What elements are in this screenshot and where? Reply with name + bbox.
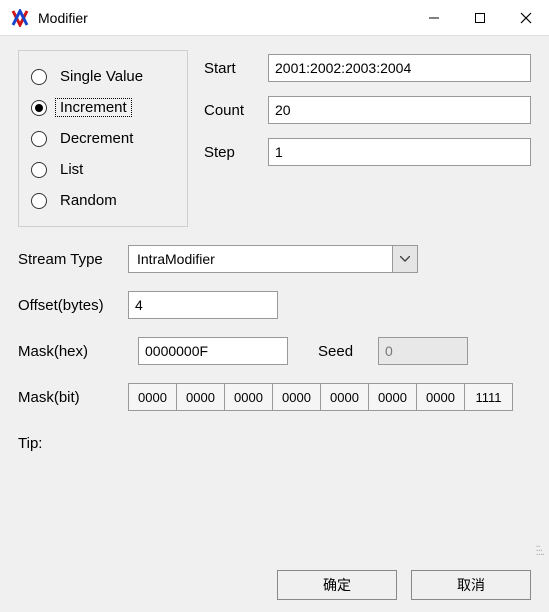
radio-icon [31,193,47,209]
stream-type-value: IntraModifier [128,245,392,273]
radio-single-value[interactable]: Single Value [29,61,171,92]
radio-label: List [60,161,83,178]
mask-bit-label: Mask(bit) [18,389,128,406]
mask-bit-cell[interactable]: 0000 [368,383,417,411]
window-title: Modifier [38,10,411,26]
radio-label: Increment [60,99,127,116]
mask-bit-cells: 0000 0000 0000 0000 0000 0000 0000 1111 [128,383,513,411]
seed-label: Seed [318,343,368,360]
radio-icon [31,131,47,147]
offset-input[interactable] [128,291,278,319]
mask-bit-cell[interactable]: 0000 [416,383,465,411]
app-icon [10,8,30,28]
params-panel: Start Count Step [204,50,531,227]
count-label: Count [204,102,268,119]
radio-label: Single Value [60,68,143,85]
mask-bit-cell[interactable]: 0000 [272,383,321,411]
mask-bit-cell[interactable]: 0000 [128,383,177,411]
ok-button[interactable]: 确定 [277,570,397,600]
radio-list[interactable]: List [29,154,171,185]
mask-hex-input[interactable] [138,337,288,365]
radio-random[interactable]: Random [29,185,171,216]
start-input[interactable] [268,54,531,82]
cancel-button[interactable]: 取消 [411,570,531,600]
tip-label: Tip: [18,435,531,452]
mask-bit-cell[interactable]: 0000 [224,383,273,411]
radio-icon [31,69,47,85]
maximize-button[interactable] [457,0,503,36]
titlebar: Modifier [0,0,549,36]
radio-icon [31,100,47,116]
radio-icon [31,162,47,178]
minimize-button[interactable] [411,0,457,36]
stream-type-select[interactable]: IntraModifier [128,245,418,273]
start-label: Start [204,60,268,77]
mask-bit-cell[interactable]: 1111 [464,383,513,411]
mask-bit-cell[interactable]: 0000 [176,383,225,411]
button-bar: 确定 取消 [277,570,531,600]
modifier-type-group: Single Value Increment Decrement List Ra… [18,50,188,227]
mask-bit-cell[interactable]: 0000 [320,383,369,411]
content-area: Single Value Increment Decrement List Ra… [0,36,549,612]
chevron-down-icon[interactable] [392,245,418,273]
radio-label: Decrement [60,130,133,147]
step-input[interactable] [268,138,531,166]
offset-label: Offset(bytes) [18,297,128,314]
radio-label: Random [60,192,117,209]
radio-decrement[interactable]: Decrement [29,123,171,154]
count-input[interactable] [268,96,531,124]
resize-grip-icon[interactable]: . .. . .. . . . [536,542,543,554]
step-label: Step [204,144,268,161]
close-button[interactable] [503,0,549,36]
stream-type-label: Stream Type [18,251,128,268]
seed-input [378,337,468,365]
mask-hex-label: Mask(hex) [18,343,128,360]
radio-increment[interactable]: Increment [29,92,171,123]
